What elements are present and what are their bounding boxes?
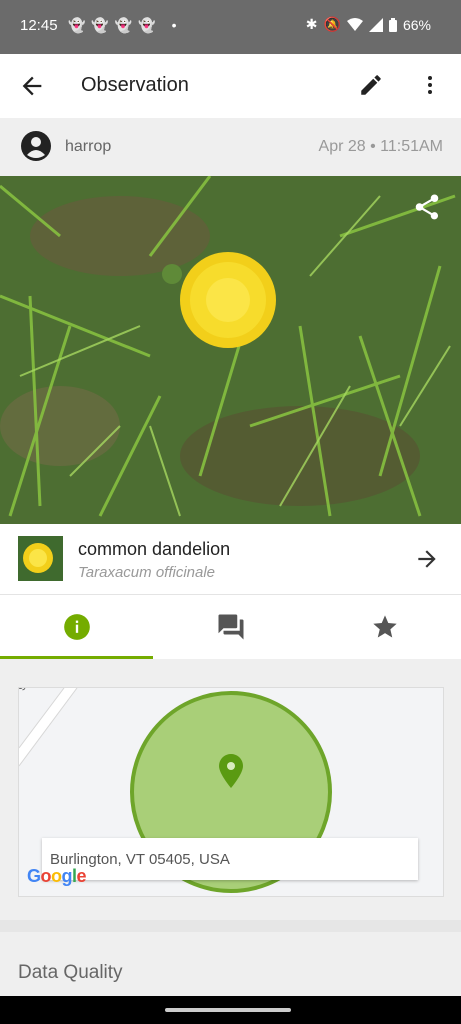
taxon-scientific-name: Taraxacum officinale bbox=[78, 564, 216, 581]
observation-date: Apr 28 • 11:51AM bbox=[318, 138, 443, 155]
google-logo: Google bbox=[27, 866, 87, 886]
avatar[interactable] bbox=[20, 130, 52, 162]
observer-row: harrop Apr 28 • 11:51AM bbox=[0, 118, 461, 176]
tab-info[interactable] bbox=[0, 595, 153, 659]
taxon-row[interactable]: common dandelion Taraxacum officinale bbox=[0, 524, 461, 594]
tab-favorites[interactable] bbox=[308, 595, 461, 659]
bluetooth-icon: ✱ bbox=[305, 16, 318, 32]
section-divider bbox=[0, 920, 461, 932]
arrow-forward-icon[interactable] bbox=[414, 546, 440, 572]
home-gesture-handle[interactable] bbox=[165, 1008, 291, 1012]
battery-percent: 66% bbox=[402, 16, 431, 33]
star-icon bbox=[372, 615, 397, 638]
info-icon bbox=[63, 614, 90, 640]
system-nav-bar bbox=[0, 996, 461, 1024]
back-arrow-icon[interactable] bbox=[18, 72, 46, 100]
taxon-common-name: common dandelion bbox=[78, 539, 231, 559]
status-icons: ✱ 🔕 66% bbox=[306, 16, 431, 33]
status-time: 12:45 bbox=[20, 17, 58, 34]
dandelion-photo-image bbox=[0, 176, 461, 524]
tab-activity[interactable] bbox=[154, 595, 307, 659]
signal-icon bbox=[368, 17, 383, 32]
edit-pencil-icon[interactable] bbox=[358, 72, 384, 98]
status-bar: 12:45 👻👻👻👻 • ✱ 🔕 66% bbox=[0, 0, 461, 54]
location-address: Burlington, VT 05405, USA bbox=[42, 838, 418, 880]
taxon-thumbnail bbox=[18, 536, 63, 581]
battery-icon bbox=[388, 17, 397, 32]
data-quality-heading: Data Quality bbox=[18, 962, 123, 983]
wifi-icon bbox=[346, 17, 363, 31]
more-vert-icon[interactable] bbox=[418, 72, 442, 98]
page-title: Observation bbox=[81, 74, 189, 96]
chat-icon bbox=[218, 614, 243, 640]
app-bar: Observation bbox=[0, 54, 461, 118]
share-icon[interactable] bbox=[412, 192, 442, 222]
mute-icon: 🔕 bbox=[323, 16, 341, 32]
observation-photo[interactable] bbox=[0, 176, 461, 524]
observer-username[interactable]: harrop bbox=[65, 138, 111, 156]
observation-tabs bbox=[0, 594, 461, 659]
notification-icons: 👻👻👻👻 • bbox=[68, 17, 183, 33]
location-map[interactable]: ghts Burlington, VT 05405, USA Google bbox=[18, 687, 444, 897]
